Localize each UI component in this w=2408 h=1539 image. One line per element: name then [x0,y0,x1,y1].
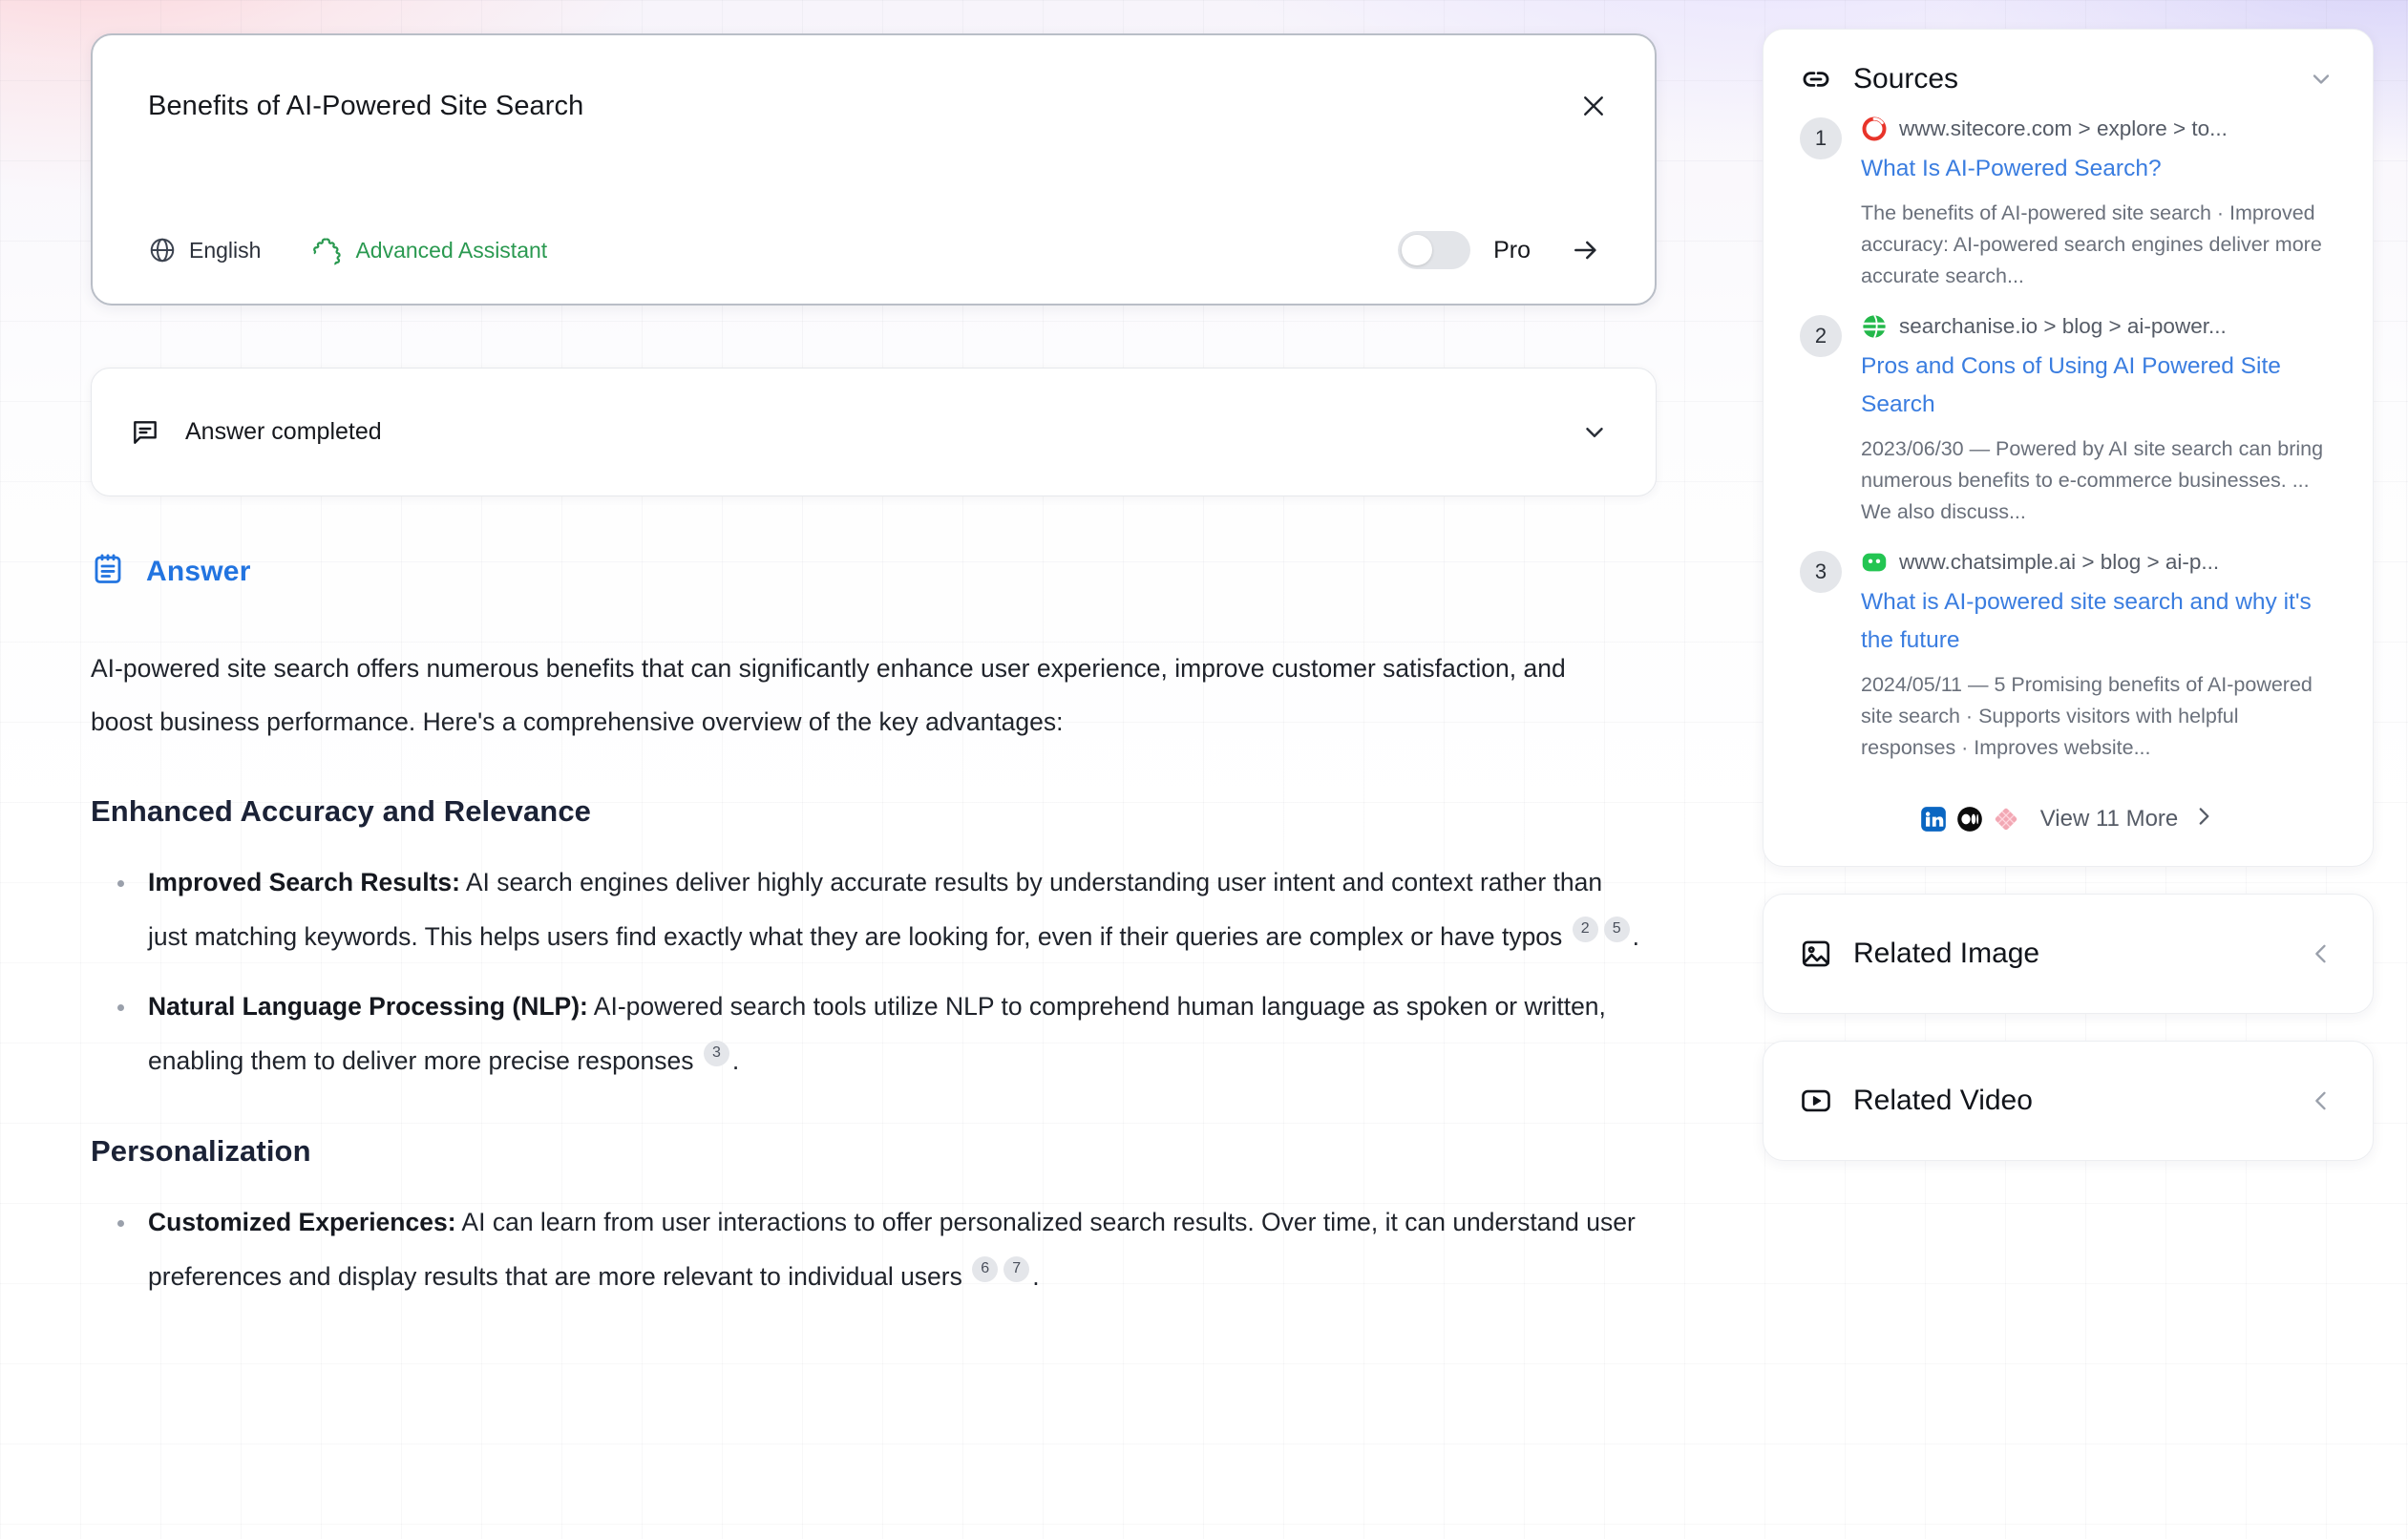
sources-panel: Sources 1 www.sitecore.com > explore > t… [1763,29,2374,867]
source-url-row: www.chatsimple.ai > blog > ai-p... [1861,549,2336,576]
sources-list: 1 www.sitecore.com > explore > to... Wha… [1764,98,2373,794]
related-image-header: Related Image [1764,895,2373,1013]
pro-label: Pro [1493,236,1531,264]
view-more-sources-button[interactable]: View 11 More [1764,794,2373,866]
answer-body: AI-powered site search offers numerous b… [91,642,1647,1319]
answer-heading-label: Answer [146,555,251,587]
source-item[interactable]: 1 www.sitecore.com > explore > to... Wha… [1800,116,2336,292]
related-video-panel[interactable]: Related Video [1763,1041,2374,1161]
related-video-header: Related Video [1764,1042,2373,1160]
assistant-mode-selector[interactable]: Advanced Assistant [313,236,547,265]
pro-toggle-knob [1402,235,1433,265]
source-url-row: searchanise.io > blog > ai-power... [1861,313,2336,340]
source-body: www.chatsimple.ai > blog > ai-p... What … [1861,549,2336,764]
source-snippet: The benefits of AI-powered site search ·… [1861,201,2322,287]
right-sidebar: Sources 1 www.sitecore.com > explore > t… [1763,29,2374,1188]
link-icon [1800,63,1832,95]
source-url-row: www.sitecore.com > explore > to... [1861,116,2336,142]
source-item[interactable]: 2 searchanise.io > blog > ai-power... Pr… [1800,313,2336,528]
bullet-tail: . [731,1046,740,1075]
source-url: searchanise.io > blog > ai-power... [1899,314,2227,338]
submit-search-button[interactable] [1565,229,1607,271]
citation-badge[interactable]: 2 [1572,916,1598,942]
source-body: searchanise.io > blog > ai-power... Pros… [1861,313,2336,528]
source-title[interactable]: What Is AI-Powered Search? [1861,150,2336,188]
answer-status-label: Answer completed [185,418,382,445]
globe-icon [148,236,177,264]
main-content-column: Benefits of AI-Powered Site Search Engli… [91,0,1661,1539]
assistant-mode-label: Advanced Assistant [355,237,548,263]
language-label: English [189,237,262,263]
source-snippet: 2024/05/11 — 5 Promising benefits of AI-… [1861,673,2313,759]
source-number: 2 [1800,315,1842,357]
bullet-lead: Improved Search Results: [148,868,460,896]
source-body: www.sitecore.com > explore > to... What … [1861,116,2336,292]
citation-badge[interactable]: 5 [1603,916,1630,942]
search-card-footer: English Advanced Assistant Pro [93,197,1655,304]
close-icon[interactable] [1571,83,1616,129]
answer-section-heading: Personalization [91,1134,311,1168]
sources-panel-header: Sources [1764,30,2373,98]
view-more-favicons [1920,806,2019,833]
list-item: Improved Search Results: AI search engin… [91,855,1647,964]
source-snippet: 2023/06/30 — Powered by AI site search c… [1861,437,2324,523]
search-actions: Pro [1398,229,1607,271]
chat-bubble-icon [130,417,160,448]
source-url: www.sitecore.com > explore > to... [1899,116,2228,140]
chevron-right-icon [2191,804,2216,833]
image-icon [1800,938,1832,970]
citation-badge[interactable]: 6 [972,1255,999,1282]
answer-section-header: Answer [91,552,251,591]
linkedin-favicon [1920,806,1946,832]
answer-section-bullets: Improved Search Results: AI search engin… [91,855,1647,1088]
answer-section-bullets: Customized Experiences: AI can learn fro… [91,1195,1647,1304]
chevron-left-icon[interactable] [2302,1082,2340,1120]
view-more-label: View 11 More [2039,805,2179,832]
source-number: 3 [1800,551,1842,593]
related-image-title: Related Image [1853,938,2040,969]
related-image-panel[interactable]: Related Image [1763,894,2374,1014]
puzzle-piece-icon [313,236,343,265]
chevron-down-icon[interactable] [2302,60,2340,98]
citation-badge[interactable]: 7 [1003,1255,1030,1282]
bullet-tail: . [1032,1262,1040,1291]
page-root: Benefits of AI-Powered Site Search Engli… [0,0,2408,1539]
searchanise-favicon [1863,314,1886,339]
list-item: Customized Experiences: AI can learn fro… [91,1195,1647,1304]
answer-status-card[interactable]: Answer completed [91,368,1657,496]
notepad-icon [91,552,125,591]
bullet-lead: Natural Language Processing (NLP): [148,992,588,1021]
language-selector[interactable]: English [148,236,261,264]
source-number: 1 [1800,117,1842,159]
bullet-tail: . [1632,922,1640,951]
video-play-icon [1800,1085,1832,1117]
source-item[interactable]: 3 www.chatsimple.ai > blog > ai-p... Wha… [1800,549,2336,764]
chevron-down-icon[interactable] [1574,411,1616,453]
source-url: www.chatsimple.ai > blog > ai-p... [1899,550,2220,574]
sitecore-favicon [1862,116,1887,141]
medium-favicon [1956,806,1982,832]
search-query-text[interactable]: Benefits of AI-Powered Site Search [148,91,583,122]
diamond-favicon [1995,808,2017,830]
chevron-left-icon[interactable] [2302,935,2340,973]
list-item: Natural Language Processing (NLP): AI-po… [91,980,1647,1088]
sources-panel-title: Sources [1853,63,1959,95]
search-card: Benefits of AI-Powered Site Search Engli… [91,33,1657,306]
chatsimple-favicon [1862,553,1887,572]
source-title[interactable]: Pros and Cons of Using AI Powered Site S… [1861,348,2336,424]
answer-section-heading: Enhanced Accuracy and Relevance [91,794,592,828]
source-title[interactable]: What is AI-powered site search and why i… [1861,583,2336,660]
bullet-lead: Customized Experiences: [148,1208,456,1236]
answer-intro-paragraph: AI-powered site search offers numerous b… [91,654,1566,736]
pro-toggle[interactable] [1398,231,1471,269]
related-video-title: Related Video [1853,1085,2033,1116]
citation-badge[interactable]: 3 [703,1040,729,1066]
